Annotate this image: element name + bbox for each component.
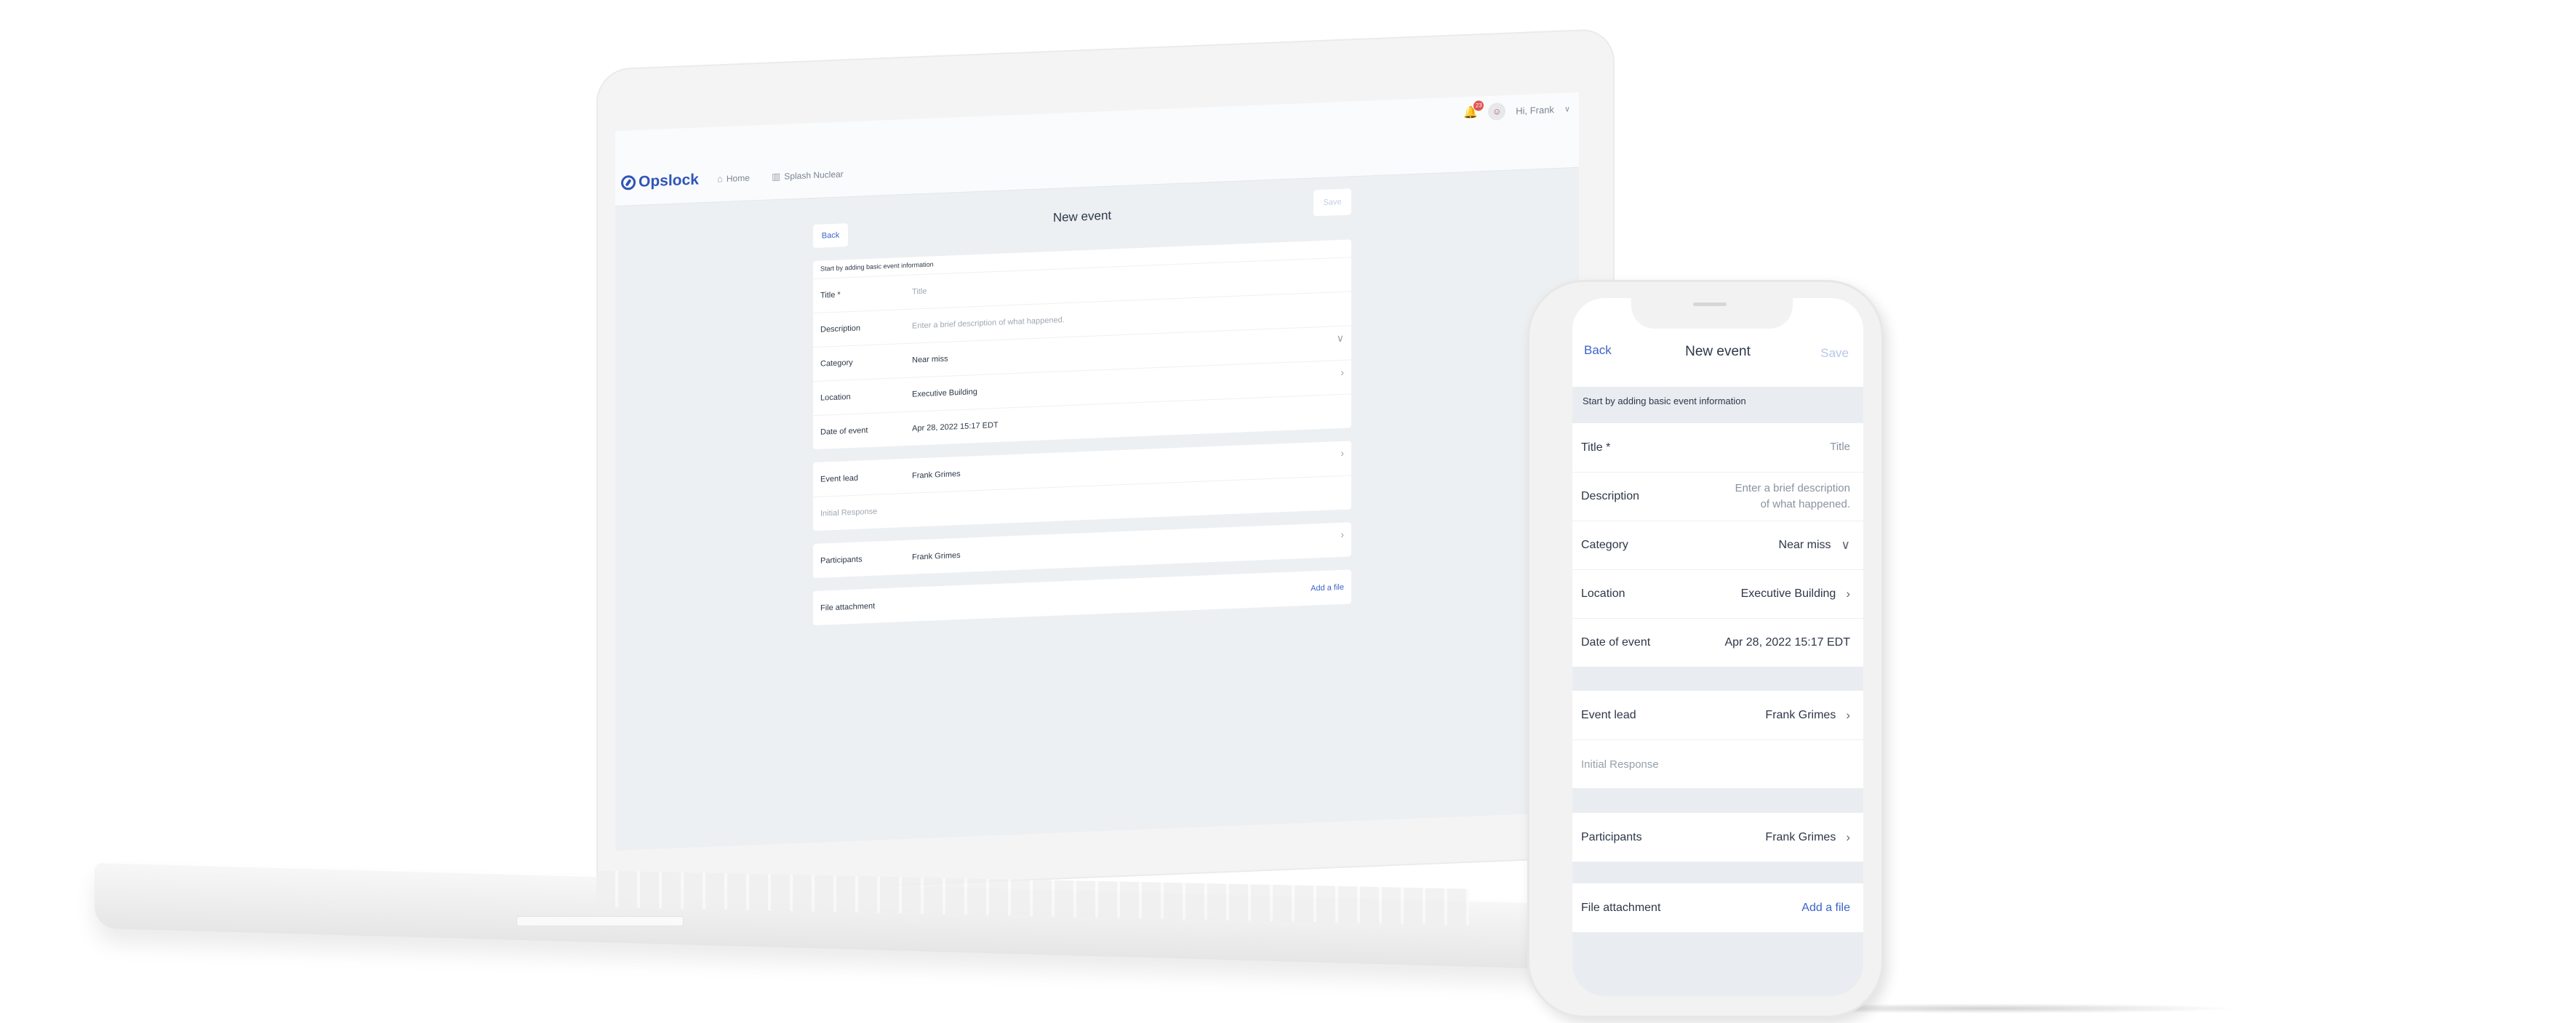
event-lead-value: Frank Grimes [912,469,961,481]
chevron-down-icon[interactable]: ∨ [1841,538,1850,553]
phone-category-value: Near miss ∨ [1779,538,1850,553]
chevron-down-icon[interactable]: ∨ [1564,104,1570,113]
save-button[interactable]: Save [1313,188,1351,217]
initial-response-input[interactable]: Initial Response [820,508,877,518]
phone-save-button[interactable]: Save [1820,346,1849,361]
phone-title-label: Title * [1581,441,1611,454]
phone-category-label: Category [1581,539,1628,551]
phone-title-input[interactable]: Title [1830,439,1850,456]
phone-location-label: Location [1581,587,1625,600]
chevron-right-icon[interactable]: › [1340,447,1344,459]
category-label: Category [820,358,853,369]
phone-description-line-2: of what happened. [1760,498,1850,510]
chevron-right-icon[interactable]: › [1846,708,1850,723]
participants-label: Participants [820,554,863,566]
location-label: Location [820,393,851,403]
chevron-right-icon[interactable]: › [1340,529,1344,540]
category-value: Near miss [912,354,948,365]
location-value: Executive Building [912,388,977,399]
phone-participants-field[interactable]: Participants Frank Grimes › [1572,813,1863,862]
phone-attachment-group: File attachment Add a file [1572,883,1863,932]
phone-participants-text: Frank Grimes [1765,830,1836,843]
opslock-logo-icon [621,174,636,190]
description-input[interactable]: Enter a brief description of what happen… [912,316,1065,330]
attachment-card: File attachment Add a file [813,569,1351,626]
user-area: 🔔 23 ☺ Hi, Frank ∨ [1463,92,1570,129]
phone-initial-response-field[interactable]: Initial Response [1572,739,1863,788]
phone-date-field[interactable]: Date of event Apr 28, 2022 15:17 EDT [1572,618,1863,667]
nav-home-label: Home [726,172,750,184]
nav-site[interactable]: ▥ Splash Nuclear [772,168,844,182]
logo-text: Opslock [639,171,699,190]
participants-value: Frank Grimes [912,550,961,562]
phone-lead-group: Event lead Frank Grimes › Initial Respon… [1572,691,1863,788]
notification-badge: 23 [1473,100,1484,111]
phone-event-lead-text: Frank Grimes [1765,708,1836,721]
basic-info-card: Start by adding basic event information … [813,239,1351,450]
phone-basic-info-group: Title * Title Description Enter a brief … [1572,423,1863,667]
phone-participants-value: Frank Grimes › [1765,830,1850,845]
phone-form-hint: Start by adding basic event information [1583,396,1746,406]
date-value[interactable]: Apr 28, 2022 15:17 EDT [912,421,999,433]
phone-event-lead-label: Event lead [1581,708,1636,721]
nav-site-label: Splash Nuclear [784,169,844,182]
new-event-form: Back New event Save Start by adding basi… [813,188,1351,638]
lead-card: Event lead Frank Grimes › Initial Respon… [813,441,1351,531]
avatar[interactable]: ☺ [1488,102,1506,121]
phone-description-input[interactable]: Enter a brief description of what happen… [1735,481,1850,513]
phone-location-field[interactable]: Location Executive Building › [1572,569,1863,618]
chevron-right-icon[interactable]: › [1340,366,1344,378]
phone-notch [1631,291,1793,329]
title-label: Title * [820,290,841,300]
laptop-trackpad [516,916,684,926]
phone-participants-group: Participants Frank Grimes › [1572,813,1863,862]
phone-date-label: Date of event [1581,636,1651,649]
phone-description-label: Description [1581,490,1640,502]
laptop-screen: 🔔 23 ☺ Hi, Frank ∨ Opslock ⌂ Home ▥ Spla… [615,92,1579,851]
phone-description-line-1: Enter a brief description [1735,481,1850,494]
phone-date-value[interactable]: Apr 28, 2022 15:17 EDT [1724,636,1850,649]
phone-category-select[interactable]: Category Near miss ∨ [1572,521,1863,569]
description-label: Description [820,324,861,334]
phone-initial-response-input[interactable]: Initial Response [1581,758,1659,771]
phone-participants-label: Participants [1581,830,1642,843]
participants-field[interactable]: Participants Frank Grimes › [813,522,1351,578]
phone-add-file-link[interactable]: Add a file [1801,902,1850,915]
phone-file-attachment-field: File attachment Add a file [1572,883,1863,932]
speaker-icon [1693,302,1727,306]
home-icon: ⌂ [717,173,723,185]
phone-file-attachment-label: File attachment [1581,901,1661,914]
phone-location-text: Executive Building [1740,587,1836,600]
chevron-down-icon[interactable]: ∨ [1337,332,1344,345]
date-label: Date of event [820,426,868,437]
add-file-link[interactable]: Add a file [1311,582,1344,593]
file-attachment-field: File attachment Add a file [813,569,1351,625]
phone-title-field[interactable]: Title * Title [1572,423,1863,472]
phone-page-title: New event [1685,344,1751,359]
phone-category-text: Near miss [1778,539,1831,551]
phone-event-lead-value: Frank Grimes › [1765,708,1850,723]
participants-card: Participants Frank Grimes › [813,522,1351,579]
logo[interactable]: Opslock [621,171,699,191]
phone-screen: Back New event Save Start by adding basi… [1572,298,1863,996]
building-icon: ▥ [772,170,781,182]
event-lead-label: Event lead [820,473,858,484]
nav-home[interactable]: ⌂ Home [717,172,750,185]
phone-location-value: Executive Building › [1741,587,1850,601]
chevron-right-icon[interactable]: › [1846,587,1850,601]
file-attachment-label: File attachment [820,601,876,613]
page-title: New event [1052,208,1112,225]
title-input[interactable]: Title [912,287,927,297]
chevron-right-icon[interactable]: › [1846,830,1850,845]
notifications-button[interactable]: 🔔 23 [1463,100,1484,120]
phone-event-lead-field[interactable]: Event lead Frank Grimes › [1572,691,1863,739]
phone-description-field[interactable]: Description Enter a brief description of… [1572,472,1863,521]
user-greeting[interactable]: Hi, Frank [1516,104,1554,116]
